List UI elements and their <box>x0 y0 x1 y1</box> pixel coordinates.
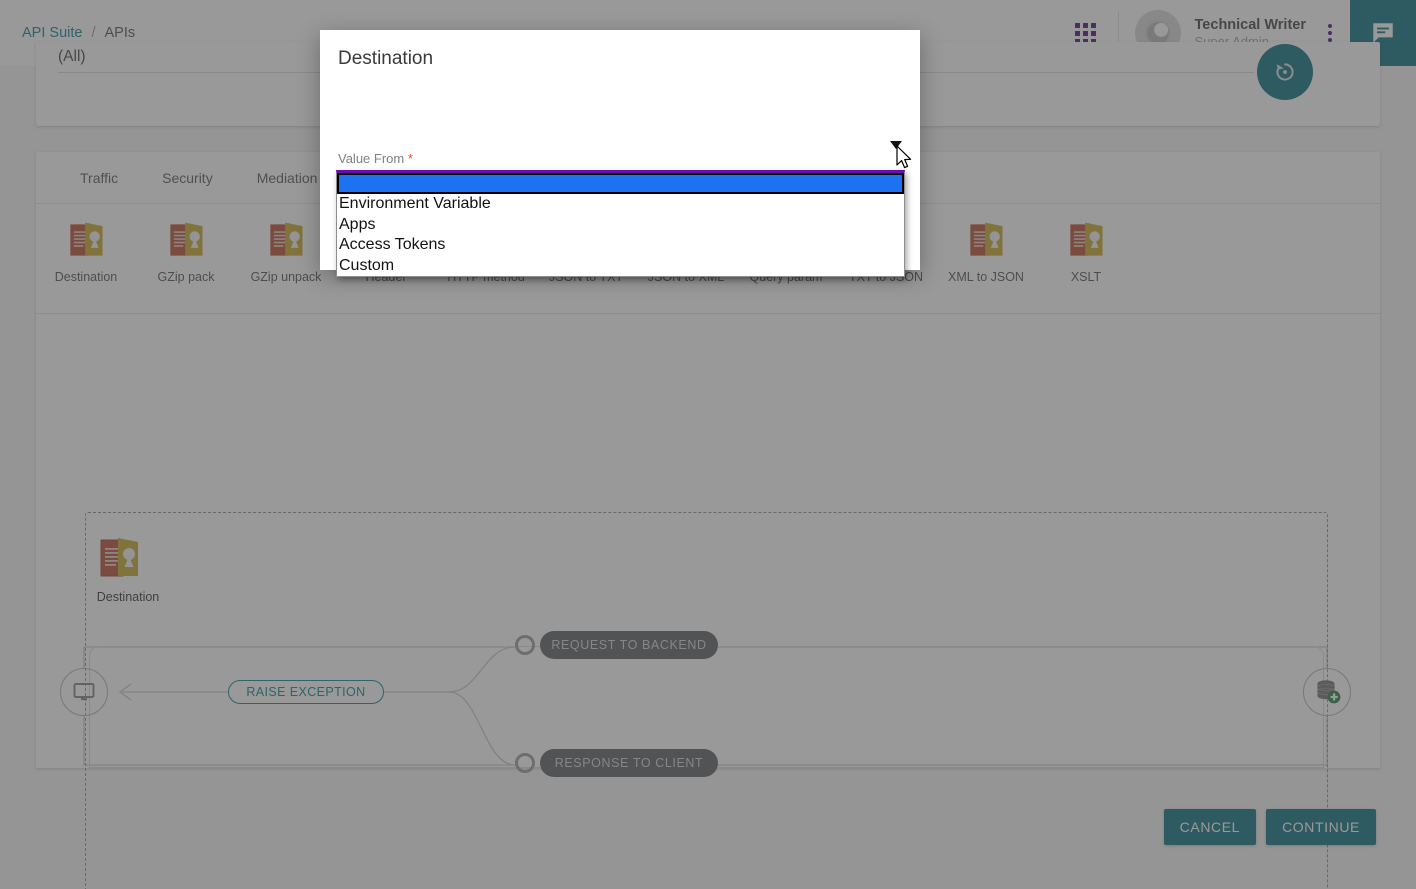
value-from-dropdown-list[interactable]: Environment Variable Apps Access Tokens Cus… <box>336 170 905 277</box>
dropdown-option-apps[interactable]: Apps <box>337 215 904 236</box>
value-from-label: Value From * <box>338 151 413 166</box>
required-marker: * <box>407 151 413 166</box>
modal-title: Destination <box>338 48 434 69</box>
dropdown-option-environment-variable[interactable]: Environment Variable <box>337 194 904 215</box>
dropdown-option-access-tokens[interactable]: Access Tokens <box>337 235 904 256</box>
value-from-label-text: Value From <box>338 151 405 166</box>
dropdown-option-custom[interactable]: Custom <box>337 256 904 277</box>
mouse-pointer-icon <box>896 145 912 169</box>
dropdown-option-empty[interactable] <box>337 173 904 194</box>
